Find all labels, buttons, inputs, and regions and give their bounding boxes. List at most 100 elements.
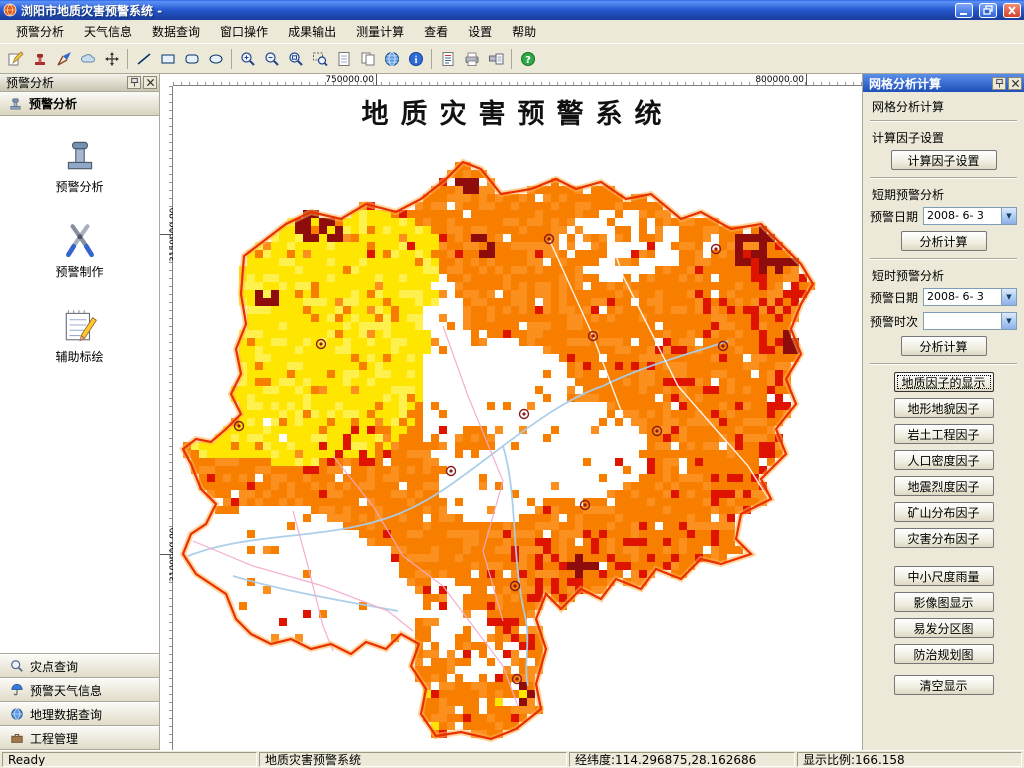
chevron-down-icon[interactable]: ▼ [1001,313,1016,329]
stamp-tool-button[interactable] [28,47,51,70]
status-coordinates: 经纬度:114.296875,28.162686 [569,752,795,767]
line-tool-button[interactable] [132,47,155,70]
zoom-in-button[interactable] [236,47,259,70]
ellipse-tool-button[interactable] [204,47,227,70]
date-label: 预警日期 [870,290,919,305]
move-tool-button[interactable] [100,47,123,70]
svg-text:?: ? [525,55,531,66]
right-panel: 网格分析计算 网格分析计算 计算因子设置 计算因子设置 短期预警分析 预警日期 … [862,74,1024,750]
zoom-extent-button[interactable] [284,47,307,70]
accordion-label: 灾点查询 [30,659,79,674]
info-button[interactable]: i [404,47,427,70]
menu-data-query[interactable]: 数据查询 [142,20,210,43]
factor-geotech-button[interactable]: 岩土工程因子 [893,424,994,444]
right-panel-content: 网格分析计算 计算因子设置 计算因子设置 短期预警分析 预警日期 2008- 6… [863,92,1024,750]
briefcase-icon [11,733,23,743]
factor-mines-button[interactable]: 矿山分布因子 [893,502,994,522]
roundrect-tool-button[interactable] [180,47,203,70]
left-panel-tools: 预警分析 预警制作 辅助标绘 [0,116,159,654]
right-panel-header: 网格分析计算 [863,74,1024,92]
accordion-geo-data-query[interactable]: 地理数据查询 [0,702,159,726]
tool-label: 预警分析 [55,180,104,194]
report-button[interactable] [436,47,459,70]
factor-seismic-button[interactable]: 地震烈度因子 [893,476,994,496]
factor-disaster-dist-button[interactable]: 灾害分布因子 [893,528,994,548]
window-title: 浏阳市地质灾害预警系统 - [21,3,163,18]
left-panel-close-button[interactable] [143,76,157,89]
clear-display-button[interactable]: 清空显示 [893,675,994,695]
help-button[interactable]: ? [516,47,539,70]
short-term-analyze-button[interactable]: 分析计算 [900,231,987,251]
menu-output[interactable]: 成果输出 [278,20,346,43]
accordion-project-management[interactable]: 工程管理 [0,726,159,750]
nowcast-label: 短时预警分析 [872,269,945,283]
zoom-window-button[interactable] [308,47,331,70]
map-svg[interactable] [173,86,862,746]
short-term-date-combo[interactable]: 2008- 6- 3 ▼ [923,207,1017,225]
fit-page-button[interactable] [332,47,355,70]
menu-settings[interactable]: 设置 [458,20,502,43]
section-grid-analysis: 网格分析计算 [872,100,945,114]
menu-view[interactable]: 查看 [414,20,458,43]
cloud-tool-button[interactable] [76,47,99,70]
accordion-disaster-query[interactable]: 灾点查询 [0,654,159,678]
nowcast-time-row: 预警时次 ▼ [870,312,1017,330]
zoom-out-button[interactable] [260,47,283,70]
toolbar-separator [231,48,232,69]
menu-help[interactable]: 帮助 [502,20,546,43]
nowcast-analyze-button[interactable]: 分析计算 [900,336,987,356]
separator [870,177,1017,179]
display-imagery-button[interactable]: 影像图显示 [893,592,994,612]
status-scale: 显示比例:166.158 [797,752,1022,767]
chevron-down-icon[interactable]: ▼ [1001,208,1016,224]
calc-factor-settings-button[interactable]: 计算因子设置 [890,150,997,170]
tool-warning-making[interactable]: 预警制作 [0,221,159,280]
factor-terrain-button[interactable]: 地形地貌因子 [893,398,994,418]
help-icon: ? [520,51,535,66]
copy-button[interactable] [356,47,379,70]
accordion-weather-info[interactable]: 预警天气信息 [0,678,159,702]
dart-tool-button[interactable] [52,47,75,70]
pin-button[interactable] [127,76,141,89]
rect-icon [161,54,174,63]
menu-warning-analysis[interactable]: 预警分析 [6,20,74,43]
pin-button[interactable] [992,76,1006,90]
menu-weather-info[interactable]: 天气信息 [74,20,142,43]
chevron-down-icon[interactable]: ▼ [1001,289,1016,305]
factor-geology-display-button[interactable]: 地质因子的显示 [893,372,994,392]
close-icon [146,78,154,87]
globe-button[interactable] [380,47,403,70]
left-panel-group-header[interactable]: 预警分析 [0,92,159,116]
nowcast-time-combo[interactable]: ▼ [923,312,1017,330]
pin-icon [995,78,1003,88]
edit-tool-button[interactable] [4,47,27,70]
ruler-tick [160,554,172,555]
display-prevention-plan-button[interactable]: 防治规划图 [893,644,994,664]
cloud-icon [80,53,95,62]
fit-page-icon [338,51,349,66]
tool-aux-plotting[interactable]: 辅助标绘 [0,306,159,365]
restore-button[interactable] [979,2,997,18]
right-panel-close-button[interactable] [1008,76,1022,90]
print-button[interactable] [460,47,483,70]
display-susceptibility-button[interactable]: 易发分区图 [893,618,994,638]
accordion-label: 地理数据查询 [30,707,103,722]
minimize-button[interactable] [955,2,973,18]
ruler-top: 750000.00 800000.00 [173,74,862,86]
map-canvas[interactable]: 地质灾害预警系统 [173,86,862,750]
short-term-label: 短期预警分析 [872,188,945,202]
move-icon [104,51,119,66]
menu-window-ops[interactable]: 窗口操作 [210,20,278,43]
print-preview-button[interactable] [484,47,507,70]
print-preview-icon [488,53,503,64]
status-app-name: 地质灾害预警系统 [259,752,567,767]
combo-value: 2008- 6- 3 [927,290,984,303]
factor-population-button[interactable]: 人口密度因子 [893,450,994,470]
ruler-ticks [169,86,172,750]
rect-tool-button[interactable] [156,47,179,70]
menu-measure[interactable]: 测量计算 [346,20,414,43]
close-button[interactable] [1003,2,1021,18]
nowcast-date-combo[interactable]: 2008- 6- 3 ▼ [923,288,1017,306]
display-rainfall-button[interactable]: 中小尺度雨量 [893,566,994,586]
tool-warning-analysis[interactable]: 预警分析 [0,136,159,195]
